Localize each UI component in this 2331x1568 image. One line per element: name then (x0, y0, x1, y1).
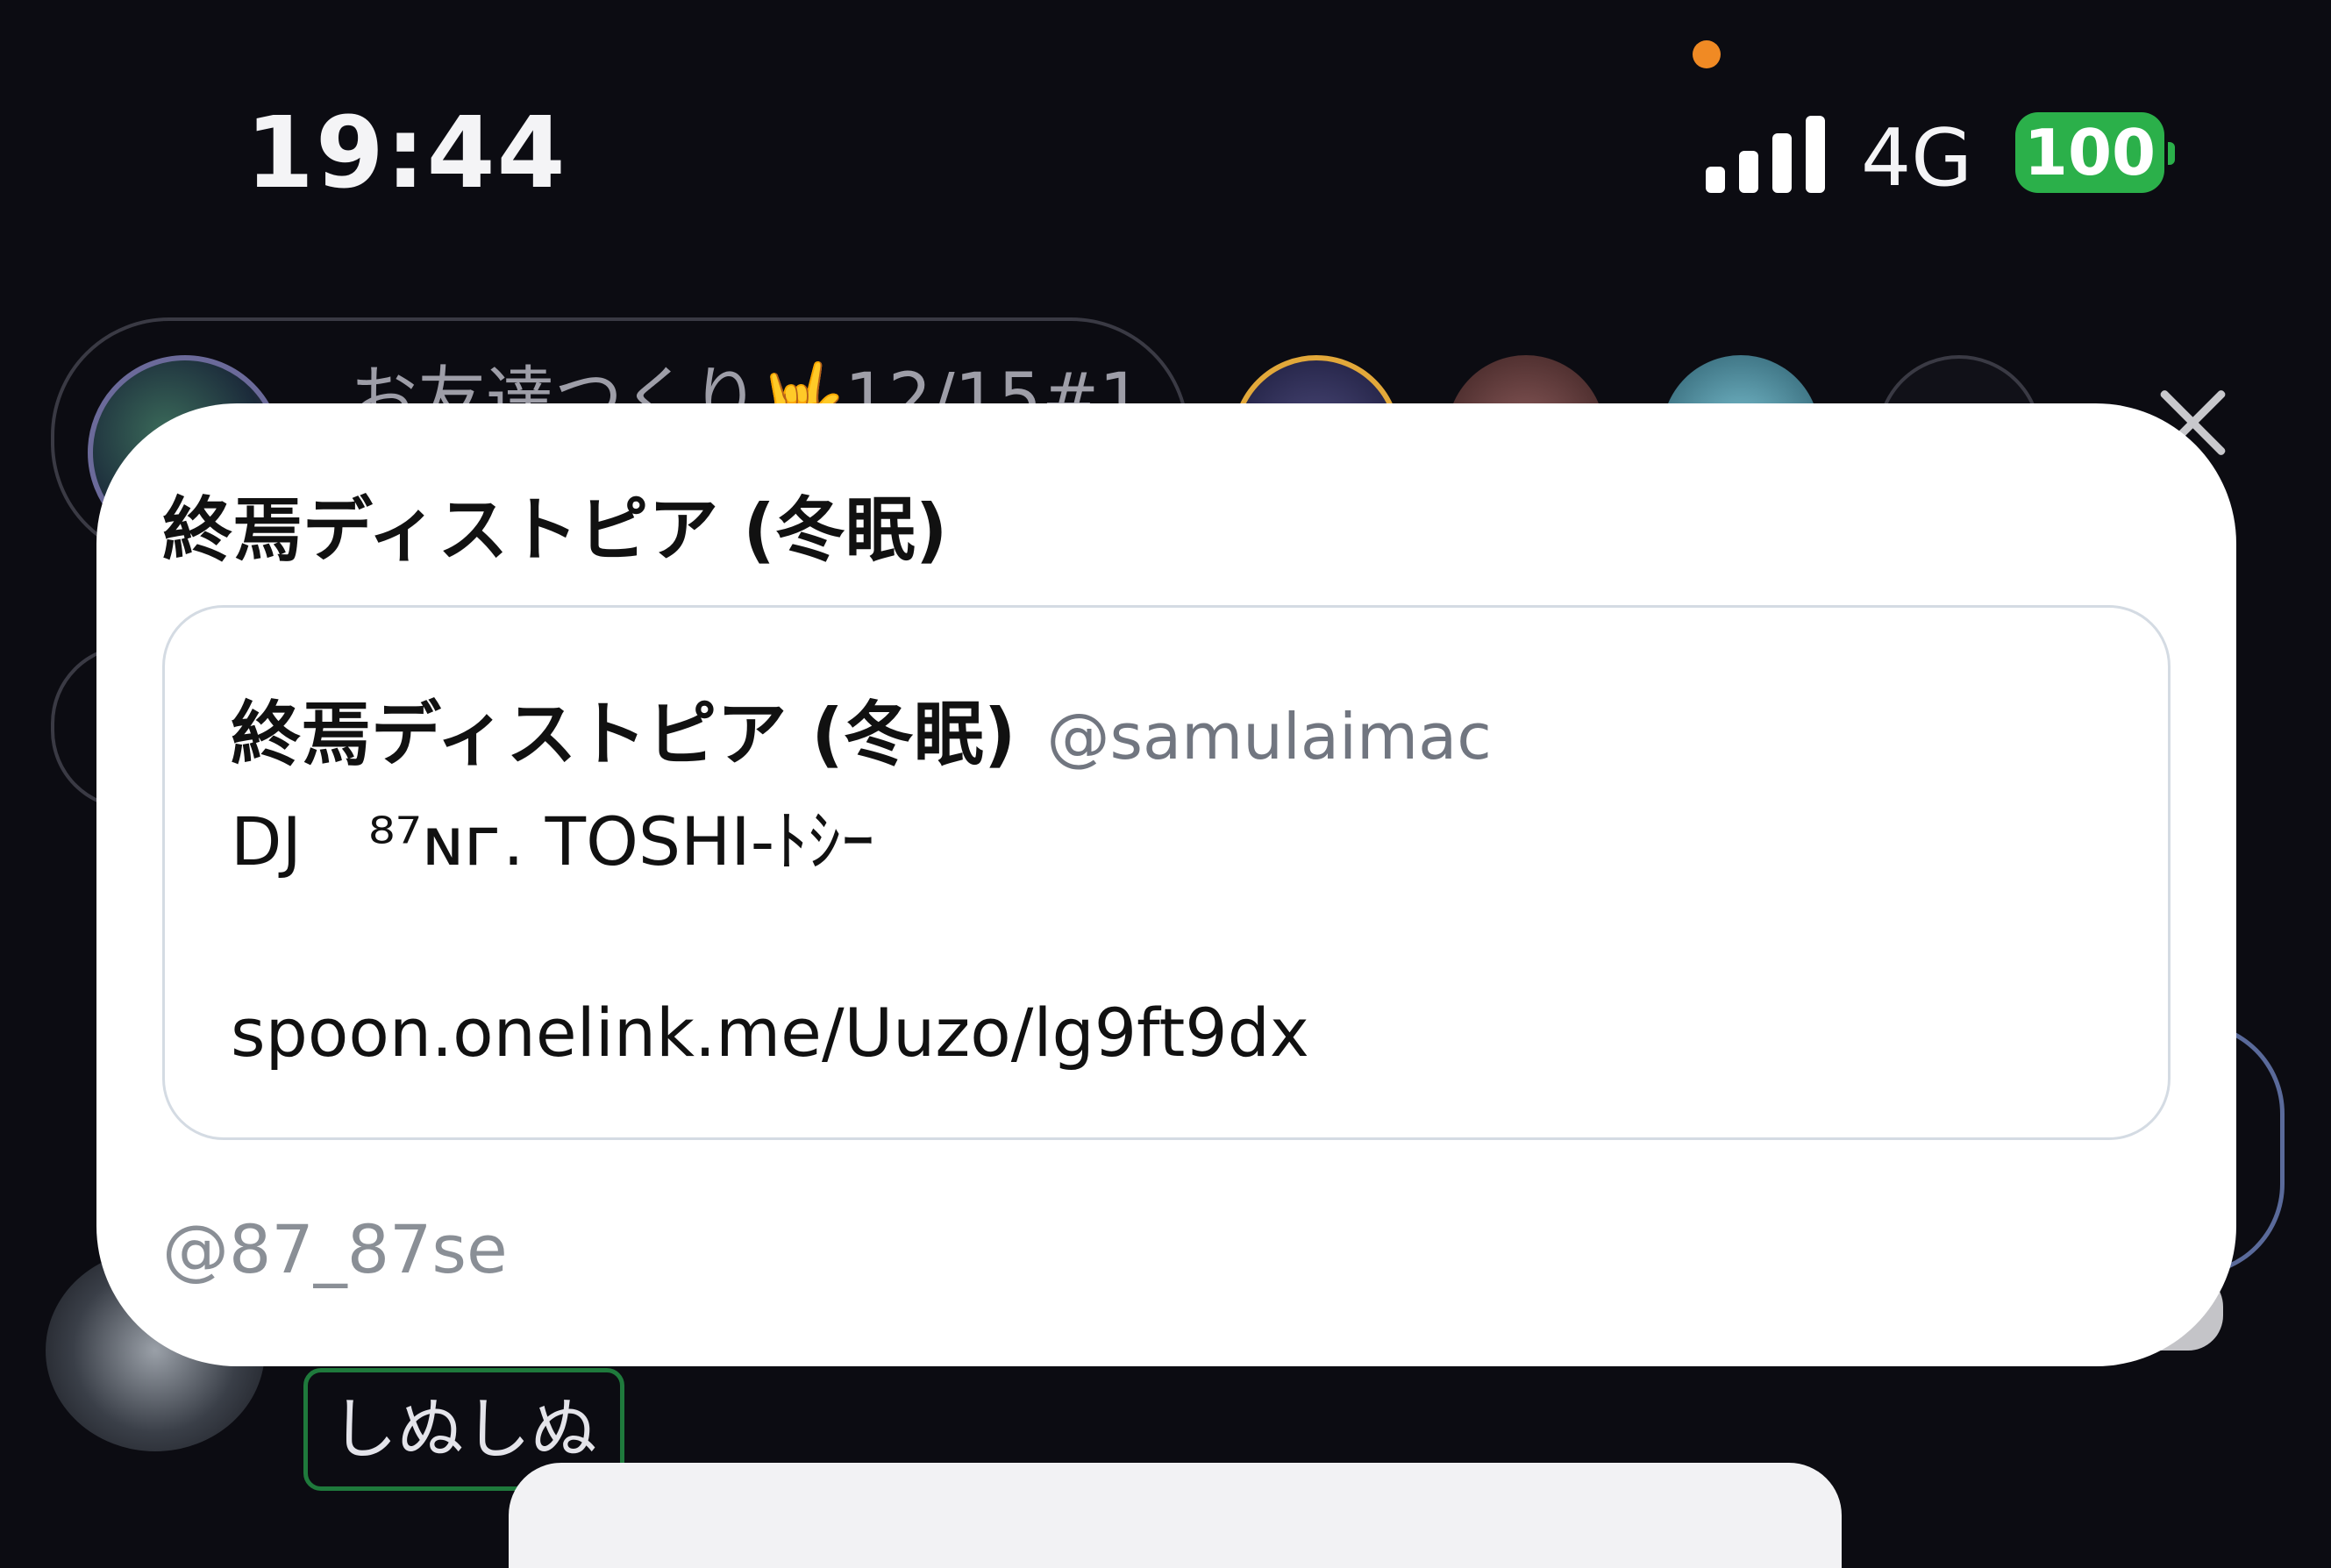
quoted-tweet[interactable]: 終焉ディストピア (冬眠) @samulaimac DJ ⁸⁷ɴᴦ. TOSHI… (162, 605, 2171, 1140)
quoted-tweet-text: DJ ⁸⁷ɴᴦ. TOSHI-ﾄｼｰ (231, 802, 875, 880)
battery-indicator: 100 (2015, 112, 2164, 193)
bottom-sheet (509, 1463, 1842, 1568)
quoted-tweet-handle: @samulaimac (1046, 700, 1492, 773)
network-type: 4G (1861, 112, 1973, 204)
tweet-card[interactable]: 終焉ディストピア (冬眠) 終焉ディストピア (冬眠) @samulaimac … (96, 403, 2236, 1366)
recording-indicator-icon (1693, 40, 1721, 68)
battery-nub-icon (2168, 142, 2175, 165)
status-time: 19:44 (246, 96, 567, 210)
signal-icon (1706, 112, 1828, 193)
quoted-tweet-name: 終焉ディストピア (冬眠) (231, 694, 1016, 775)
quoted-tweet-link[interactable]: spoon.onelink.me/Uuzo/lg9ft9dx (231, 994, 1309, 1072)
quoted-tweet-author: 終焉ディストピア (冬眠) @samulaimac (231, 678, 1492, 780)
card-footer-handle: @87_87se (162, 1210, 508, 1288)
card-title: 終焉ディストピア (冬眠) (162, 489, 948, 571)
